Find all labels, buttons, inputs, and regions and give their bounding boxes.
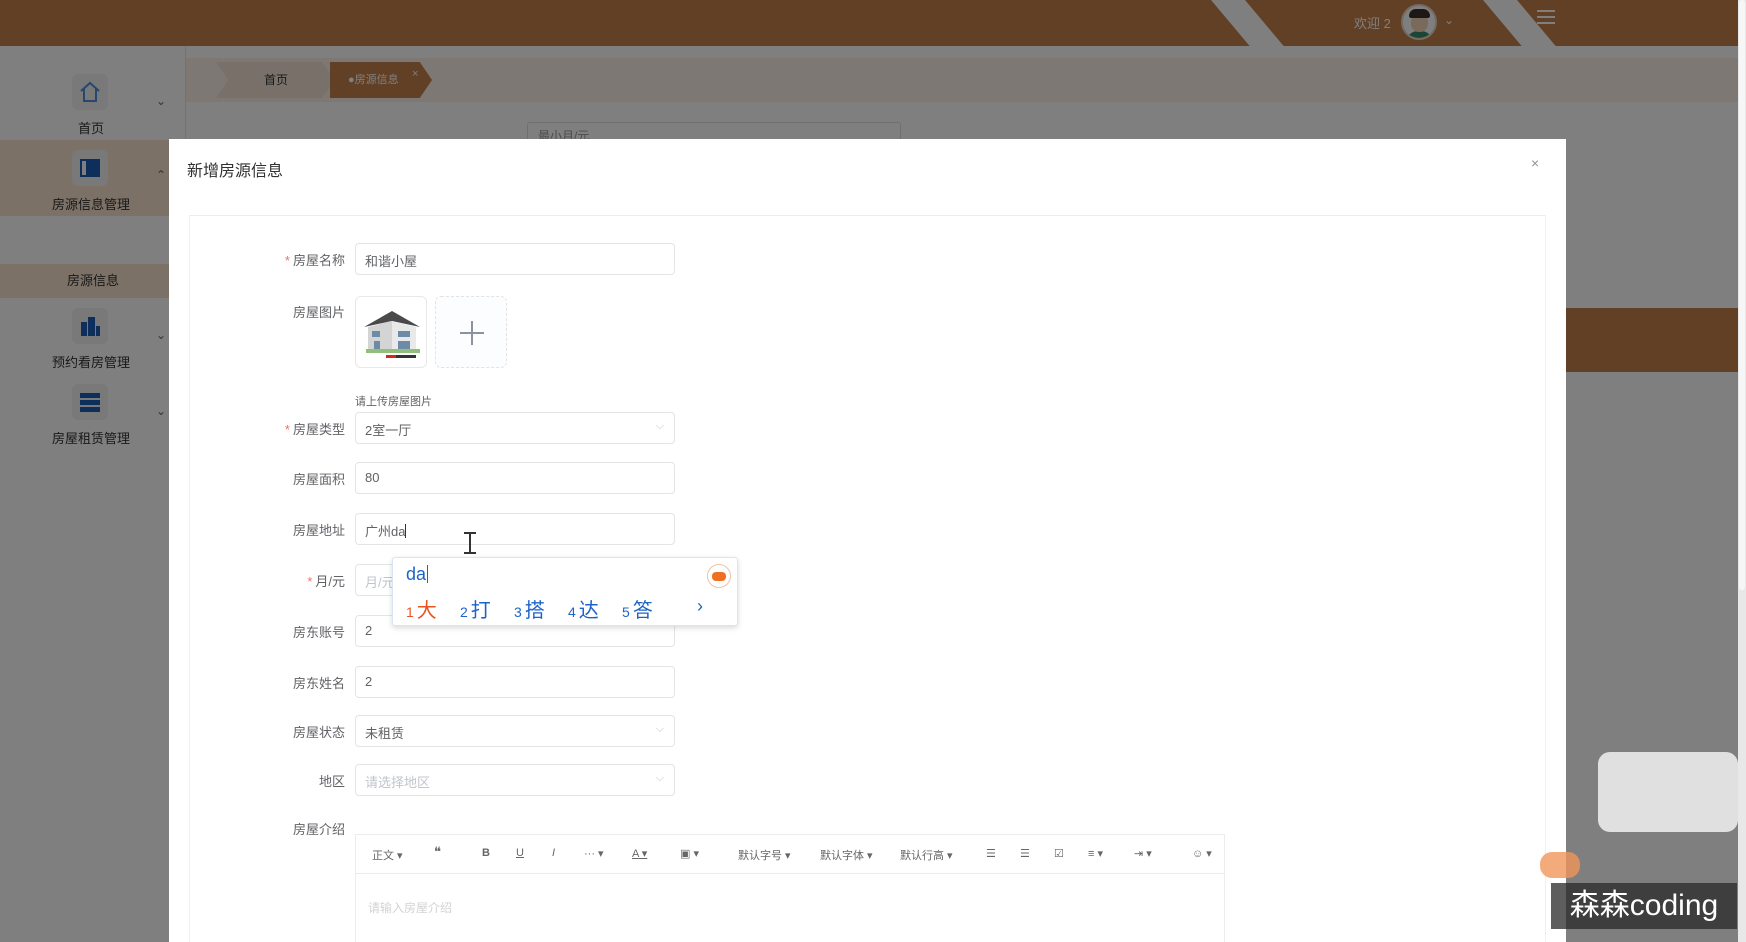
house-image-thumbnail[interactable]	[355, 296, 427, 368]
scrollbar[interactable]	[1738, 0, 1746, 942]
blurred-region	[1598, 752, 1738, 832]
dialog-title: 新增房源信息	[187, 163, 284, 180]
rich-text-toolbar: 正文 ▾ ❝ B U I ··· ▾ A ▾ ▣ ▾ 默认字号 ▾ 默认字体 ▾…	[355, 834, 1225, 874]
landlord-name-label: 房东姓名	[292, 676, 345, 691]
quote-icon[interactable]: ❝	[434, 844, 441, 860]
ime-candidate[interactable]: 2打	[460, 594, 491, 623]
house-address-input[interactable]: 广州da	[355, 513, 675, 545]
house-address-label: 房屋地址	[292, 523, 345, 538]
ime-logo-icon[interactable]	[707, 564, 731, 588]
house-type-select[interactable]: 2室一厅 ⌵	[355, 412, 675, 444]
watermark: 森森coding	[1551, 883, 1737, 929]
chevron-down-icon: ⌵	[655, 420, 664, 432]
house-image	[364, 311, 420, 358]
region-select[interactable]: 请选择地区 ⌵	[355, 764, 675, 796]
more-icon[interactable]: ··· ▾	[584, 847, 604, 860]
house-address-value: 广州da	[365, 524, 406, 539]
bg-color-icon[interactable]: ▣ ▾	[680, 847, 699, 860]
blurred-region	[1540, 852, 1580, 878]
editor-placeholder: 请输入房屋介绍	[368, 901, 453, 915]
text-caret	[405, 524, 407, 538]
house-intro-label: 房屋介绍	[292, 822, 345, 837]
region-label: 地区	[318, 774, 345, 789]
close-icon[interactable]: ×	[1531, 155, 1539, 171]
text-cursor-icon	[464, 532, 476, 554]
region-placeholder: 请选择地区	[365, 775, 431, 790]
paragraph-dropdown[interactable]: 正文 ▾	[372, 847, 403, 863]
house-type-value: 2室一厅	[365, 423, 412, 438]
house-name-label: * 房屋名称	[284, 253, 345, 268]
house-area-input[interactable]: 80	[355, 462, 675, 494]
scrollbar-thumb[interactable]	[1739, 0, 1745, 590]
plus-icon	[471, 321, 473, 345]
chevron-down-icon: ⌵	[655, 772, 664, 784]
underline-icon[interactable]: U	[516, 847, 524, 859]
line-height-dropdown[interactable]: 默认行高 ▾	[900, 847, 953, 863]
todo-icon[interactable]: ☑	[1054, 847, 1064, 860]
house-name-input[interactable]: 和谐小屋	[355, 243, 675, 275]
house-area-label: 房屋面积	[292, 472, 345, 487]
add-house-dialog: 新增房源信息 × * 房屋名称 和谐小屋 房屋图片 请上传房屋图片 * 房屋类型 2…	[169, 139, 1566, 942]
house-type-label: * 房屋类型	[284, 422, 345, 437]
align-icon[interactable]: ≡ ▾	[1088, 847, 1103, 860]
ime-candidate[interactable]: 3搭	[514, 594, 545, 623]
ime-candidate[interactable]: 1大	[406, 594, 437, 623]
font-family-dropdown[interactable]: 默认字体 ▾	[820, 847, 873, 863]
house-image-label: 房屋图片	[292, 305, 345, 320]
rent-label: * 月/元	[307, 574, 345, 589]
landlord-name-input[interactable]: 2	[355, 666, 675, 698]
house-status-value: 未租赁	[365, 726, 405, 741]
ime-candidate[interactable]: 5答	[622, 594, 653, 623]
ime-composition: da	[406, 564, 429, 584]
italic-icon[interactable]: I	[552, 847, 555, 859]
upload-tip: 请上传房屋图片	[355, 396, 432, 408]
upload-add-button[interactable]	[435, 296, 507, 368]
font-size-dropdown[interactable]: 默认字号 ▾	[738, 847, 791, 863]
chevron-down-icon: ⌵	[655, 723, 664, 735]
house-status-select[interactable]: 未租赁 ⌵	[355, 715, 675, 747]
rich-text-editor[interactable]: 请输入房屋介绍	[355, 873, 1225, 942]
emoji-icon[interactable]: ☺ ▾	[1192, 847, 1212, 860]
chevron-right-icon[interactable]: ›	[697, 596, 703, 617]
bullet-list-icon[interactable]: ☰	[986, 847, 996, 860]
ime-candidate-window: da 1大 2打 3搭 4达 5答 ›	[392, 557, 738, 626]
ime-candidate[interactable]: 4达	[568, 594, 599, 623]
numbered-list-icon[interactable]: ☰	[1020, 847, 1030, 860]
bold-icon[interactable]: B	[482, 847, 490, 859]
landlord-account-label: 房东账号	[292, 625, 345, 640]
indent-icon[interactable]: ⇥ ▾	[1134, 847, 1152, 860]
house-status-label: 房屋状态	[292, 725, 345, 740]
font-color-icon[interactable]: A ▾	[632, 847, 647, 860]
